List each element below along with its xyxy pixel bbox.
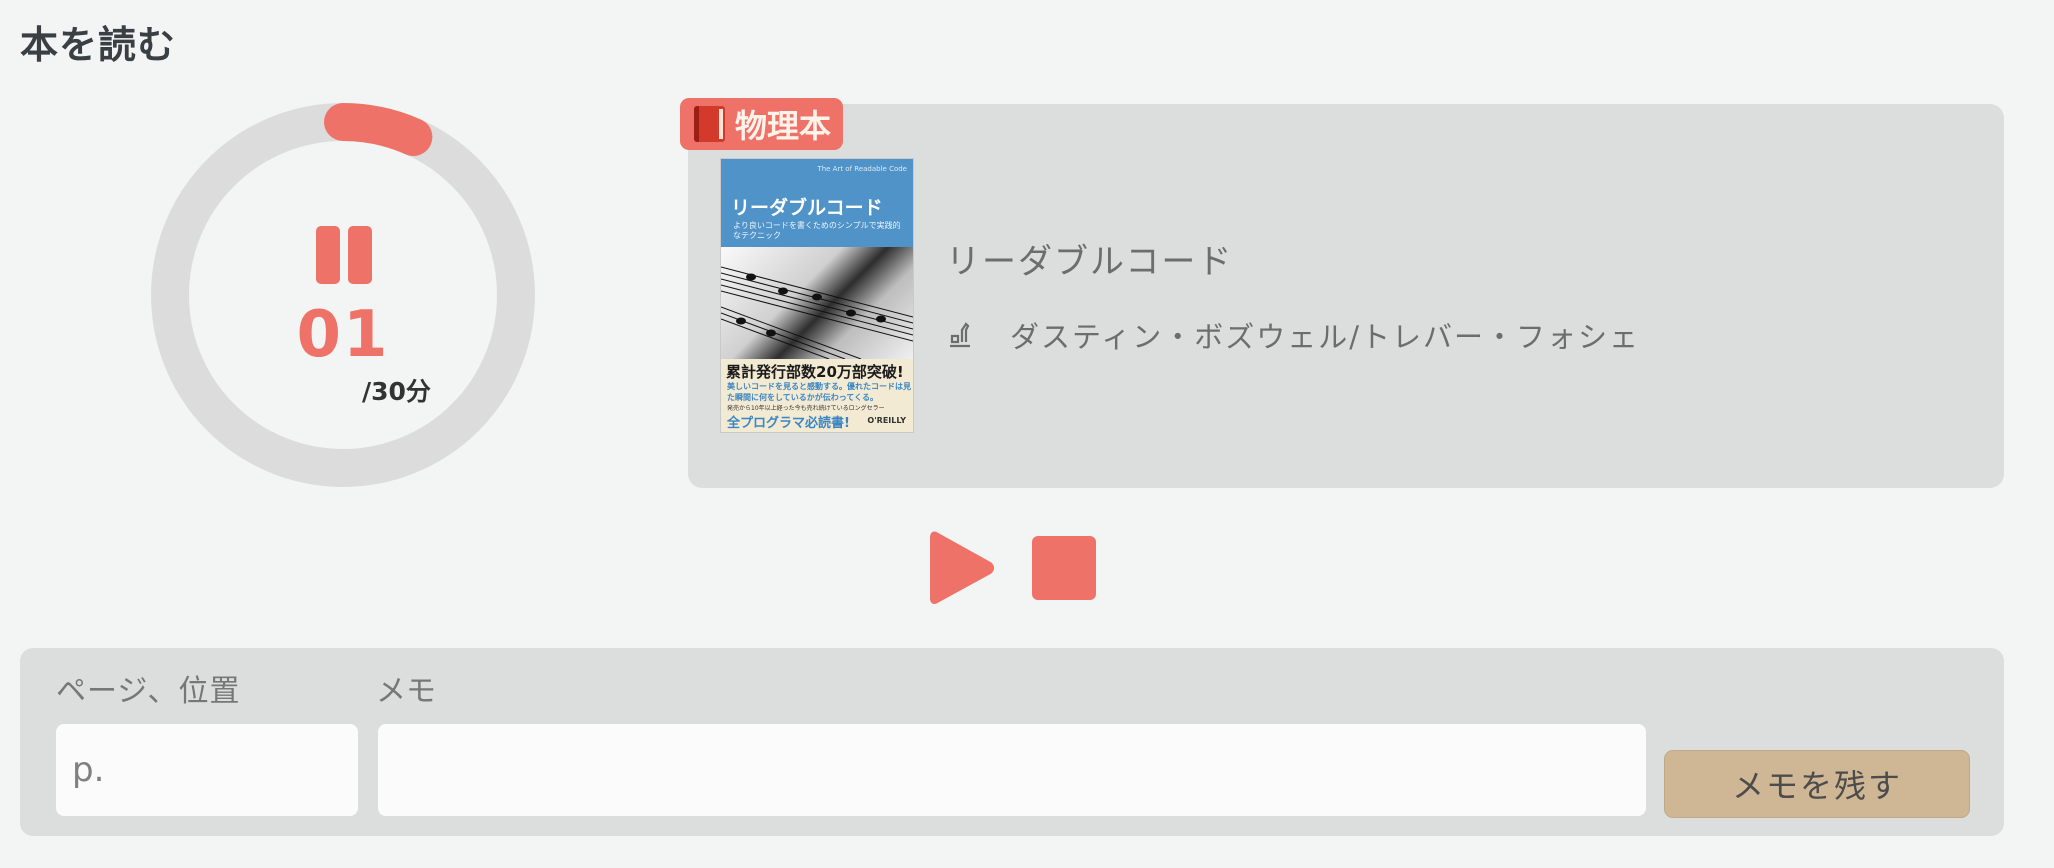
play-icon [930, 531, 994, 604]
memo-label: メモ [376, 674, 436, 709]
book-type-label: 物理本 [735, 107, 832, 145]
pause-icon [316, 226, 340, 284]
cover-publisher: O'REILLY [867, 416, 906, 425]
pause-button[interactable] [316, 226, 374, 284]
pen-icon [950, 322, 970, 348]
book-cover: The Art of Readable Code リーダブルコード より良いコー… [720, 158, 914, 433]
page-title: 本を読む [20, 23, 177, 67]
play-button[interactable] [928, 530, 996, 606]
book-title: リーダブルコード [946, 242, 1234, 282]
timer-ring [151, 103, 535, 487]
save-memo-button[interactable]: メモを残す [1664, 750, 1970, 818]
author-row: ダスティン・ボズウェル/トレバー・フォシェ [946, 314, 1640, 356]
book-author: ダスティン・ボズウェル/トレバー・フォシェ [1010, 320, 1641, 354]
target-minutes: /30分 [362, 377, 431, 406]
reading-timer: 01 /30分 [150, 102, 536, 488]
elapsed-minutes: 01 [296, 298, 390, 372]
cover-english-title: The Art of Readable Code [817, 165, 907, 173]
book-type-badge: 物理本 [680, 98, 844, 150]
cover-blurb: 美しいコードを見ると感動する。優れたコードは見た瞬間に何をしているかが伝わってく… [727, 382, 911, 402]
cover-headline: 累計発行部数20万部突破! [726, 363, 904, 381]
book-icon [694, 106, 725, 142]
timer-ring-track [151, 103, 535, 487]
cover-sheet-music-image [721, 247, 913, 359]
page-position-input[interactable] [56, 724, 358, 816]
page-position-label: ページ、位置 [56, 674, 241, 709]
stop-button[interactable] [1032, 536, 1096, 600]
cover-banner: 全プログラマ必読書! [727, 416, 850, 431]
cover-subtitle: より良いコードを書くためのシンプルで実践的なテクニック [733, 221, 901, 240]
memo-input[interactable] [378, 724, 1646, 816]
cover-note: 発売から10年以上経った今も売れ続けているロングセラー [727, 405, 885, 412]
cover-title: リーダブルコード [731, 197, 883, 219]
